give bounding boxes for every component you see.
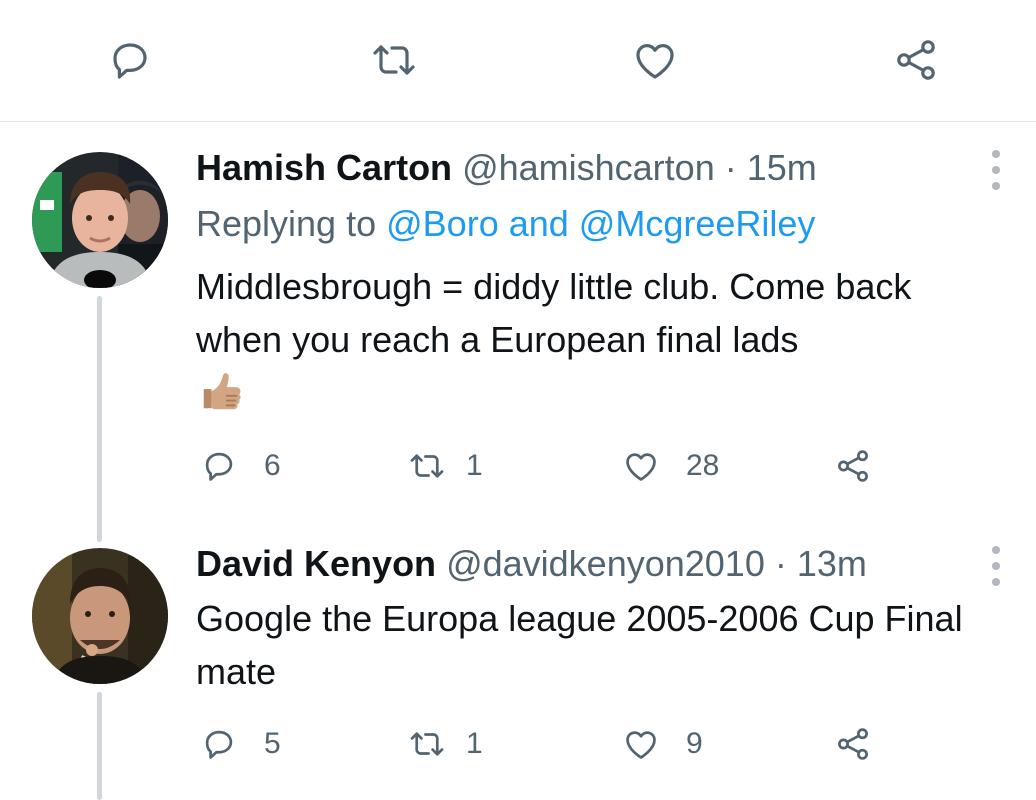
user-handle[interactable]: @davidkenyon2010	[446, 543, 765, 584]
more-dot-icon	[992, 562, 1000, 570]
share-icon	[897, 40, 935, 80]
avatar[interactable]	[32, 548, 168, 684]
replying-to: Replying to @Boro and @McgreeRiley	[196, 202, 815, 246]
retweet-icon	[373, 45, 415, 75]
avatar-image	[32, 548, 168, 684]
retweet-button[interactable]: 1	[408, 722, 483, 766]
share-icon	[838, 728, 868, 760]
reply-icon	[205, 730, 233, 759]
replying-to-prefix: Replying to	[196, 203, 377, 244]
tweet-actions: 5 1 9	[0, 722, 1036, 766]
replying-to-users[interactable]: @Boro and @McgreeRiley	[386, 203, 815, 244]
like-count: 28	[686, 449, 720, 482]
more-options-button[interactable]	[986, 546, 1006, 586]
more-options-button[interactable]	[986, 150, 1006, 190]
avatar[interactable]	[32, 152, 168, 288]
retweet-button[interactable]: 1	[408, 444, 483, 488]
reply-icon	[205, 452, 233, 481]
tweet-actions: 6 1 28	[0, 444, 1036, 488]
focused-tweet-action-bar	[0, 0, 1036, 122]
more-dot-icon	[992, 182, 1000, 190]
reply-button[interactable]: 6	[200, 444, 281, 488]
reply-count: 5	[264, 727, 281, 760]
share-icon	[838, 450, 868, 482]
more-dot-icon	[992, 150, 1000, 158]
retweet-count: 1	[466, 449, 483, 482]
retweet-icon	[410, 732, 444, 756]
tweet-header: Hamish Carton @hamishcarton · 15m	[196, 146, 817, 190]
reply-button[interactable]	[104, 34, 156, 86]
tweet-text: Google the Europa league 2005-2006 Cup F…	[196, 598, 963, 692]
display-name[interactable]: Hamish Carton	[196, 147, 452, 188]
separator-dot: ·	[724, 147, 737, 188]
tweet-text: Middlesbrough = diddy little club. Come …	[196, 266, 912, 360]
timestamp[interactable]: 13m	[797, 543, 867, 584]
retweet-icon	[410, 454, 444, 478]
display-name[interactable]: David Kenyon	[196, 543, 436, 584]
like-button[interactable]: 28	[622, 444, 719, 488]
retweet-button[interactable]	[368, 34, 420, 86]
share-button[interactable]	[834, 444, 872, 488]
like-button[interactable]	[629, 34, 681, 86]
thread-line	[97, 296, 102, 542]
thumbs-up-emoji-icon	[203, 373, 241, 410]
user-handle[interactable]: @hamishcarton	[462, 147, 715, 188]
reply-icon	[113, 43, 147, 79]
reply-button[interactable]: 5	[200, 722, 281, 766]
share-button[interactable]	[890, 34, 942, 86]
separator-dot: ·	[774, 543, 787, 584]
share-button[interactable]	[834, 722, 872, 766]
more-dot-icon	[992, 166, 1000, 174]
heart-icon	[626, 731, 656, 759]
reply-count: 6	[264, 449, 281, 482]
heart-icon	[626, 453, 656, 481]
more-dot-icon	[992, 578, 1000, 586]
heart-icon	[636, 44, 674, 79]
like-count: 9	[686, 727, 703, 760]
retweet-count: 1	[466, 727, 483, 760]
like-button[interactable]: 9	[622, 722, 703, 766]
tweet-header: David Kenyon @davidkenyon2010 · 13m	[196, 542, 867, 586]
more-dot-icon	[992, 546, 1000, 554]
tweet-thread-page: Hamish Carton @hamishcarton · 15m Replyi…	[0, 0, 1036, 800]
avatar-image	[32, 152, 168, 288]
timestamp[interactable]: 15m	[747, 147, 817, 188]
